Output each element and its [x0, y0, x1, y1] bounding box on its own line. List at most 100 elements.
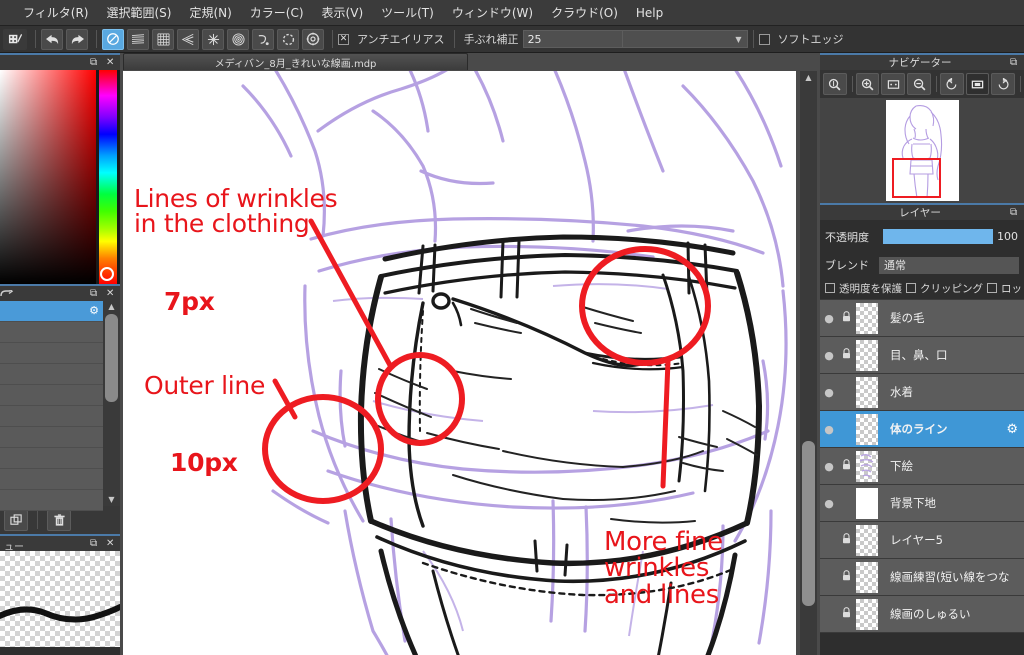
rotate-left-icon[interactable]: [939, 73, 964, 95]
layer-mini-list[interactable]: ⚙ ▲ ▼: [0, 301, 120, 511]
lock-icon[interactable]: [838, 570, 854, 584]
list-item[interactable]: [0, 469, 103, 490]
close-icon[interactable]: ✕: [106, 538, 116, 549]
lock-icon[interactable]: [838, 533, 854, 547]
ruler-symmetry-icon[interactable]: [277, 28, 299, 50]
undo-button[interactable]: [41, 28, 63, 50]
list-item[interactable]: [0, 448, 103, 469]
navigator-viewport-rect[interactable]: [891, 158, 941, 198]
menu-item-color[interactable]: カラー(C): [241, 3, 313, 23]
table-row[interactable]: レイヤー5: [820, 522, 1024, 559]
ruler-radial-icon[interactable]: [202, 28, 224, 50]
list-item[interactable]: [0, 343, 103, 364]
close-icon[interactable]: ✕: [106, 57, 116, 68]
scroll-up-arrow-icon[interactable]: ▲: [103, 301, 120, 313]
visibility-icon[interactable]: ●: [820, 349, 838, 362]
scroll-down-arrow-icon[interactable]: ▼: [103, 494, 120, 506]
list-item[interactable]: [0, 406, 103, 427]
menu-item-cloud[interactable]: クラウド(O): [542, 3, 627, 23]
opacity-slider[interactable]: [883, 229, 993, 244]
layer-thumbnail: [856, 524, 878, 556]
opacity-value[interactable]: 100: [997, 230, 1018, 243]
navigator-panel-header: ナビゲーター ⧉: [820, 53, 1024, 70]
redo-button[interactable]: [66, 28, 88, 50]
protect-alpha-checkbox[interactable]: [825, 283, 835, 293]
stabilizer-value-input[interactable]: 25: [522, 30, 623, 48]
list-item[interactable]: [0, 427, 103, 448]
visibility-icon[interactable]: ●: [820, 497, 838, 510]
lock-icon[interactable]: [838, 607, 854, 621]
table-row[interactable]: ● 下絵: [820, 448, 1024, 485]
gear-icon[interactable]: ⚙: [89, 304, 99, 317]
scroll-up-arrow-icon[interactable]: ▲: [800, 71, 817, 84]
ruler-none-icon[interactable]: [102, 28, 124, 50]
canvas-vertical-scrollbar[interactable]: ▲: [800, 71, 817, 655]
layer-thumbnail: [856, 598, 878, 630]
table-row[interactable]: 線画練習(短い線をつな: [820, 559, 1024, 596]
menu-item-ruler[interactable]: 定規(N): [180, 3, 240, 23]
list-item[interactable]: [0, 322, 103, 343]
zoom-in-icon[interactable]: [855, 73, 880, 95]
color-picker[interactable]: [0, 70, 120, 284]
scrollbar-thumb[interactable]: [105, 314, 118, 402]
scrollbar-thumb[interactable]: [802, 441, 815, 606]
clipping-checkbox[interactable]: [906, 283, 916, 293]
menu-item-tool[interactable]: ツール(T): [372, 3, 443, 23]
list-item[interactable]: [0, 385, 103, 406]
menu-item-window[interactable]: ウィンドウ(W): [443, 3, 542, 23]
lock-checkbox[interactable]: [987, 283, 997, 293]
close-icon[interactable]: ✕: [106, 288, 116, 299]
document-tab[interactable]: メディバン_8月_きれいな線画.mdp: [123, 53, 468, 70]
list-item[interactable]: [0, 364, 103, 385]
ruler-curve-icon[interactable]: [252, 28, 274, 50]
navigator-preview[interactable]: [820, 98, 1024, 203]
blend-mode-select[interactable]: 通常: [879, 256, 1019, 274]
table-row[interactable]: ● 髪の毛: [820, 300, 1024, 337]
rotate-right-icon[interactable]: [991, 73, 1016, 95]
medibang-app-icon[interactable]: [3, 28, 27, 50]
menu-item-selection[interactable]: 選択範囲(S): [97, 3, 180, 23]
lock-icon[interactable]: [838, 459, 854, 473]
table-row[interactable]: ● 背景下地: [820, 485, 1024, 522]
maximize-icon[interactable]: ⧉: [90, 538, 100, 549]
ruler-grid-icon[interactable]: [152, 28, 174, 50]
hue-marker[interactable]: [100, 267, 114, 281]
lock-icon[interactable]: [838, 311, 854, 325]
menu-item-view[interactable]: 表示(V): [313, 3, 373, 23]
hue-slider[interactable]: [99, 70, 117, 284]
visibility-icon[interactable]: ●: [820, 312, 838, 325]
stabilizer-dropdown-arrow[interactable]: ▼: [622, 30, 748, 48]
drawing-canvas[interactable]: Lines of wrinkles in the clothing 7px Ou…: [123, 71, 796, 655]
visibility-icon[interactable]: ●: [820, 423, 838, 436]
table-row[interactable]: ● 水着: [820, 374, 1024, 411]
zoom-out-icon[interactable]: [907, 73, 931, 95]
visibility-icon[interactable]: ●: [820, 460, 838, 473]
visibility-icon[interactable]: ●: [820, 386, 838, 399]
table-row[interactable]: ● 目、鼻、口: [820, 337, 1024, 374]
ruler-settings-icon[interactable]: [302, 28, 324, 50]
gear-icon[interactable]: ⚙: [1006, 422, 1018, 437]
delete-layer-button[interactable]: [47, 509, 71, 531]
table-row[interactable]: 線画のしゅるい: [820, 596, 1024, 633]
list-item[interactable]: ⚙: [0, 301, 103, 322]
menu-item-help[interactable]: Help: [627, 3, 672, 23]
menu-item-filter[interactable]: フィルタ(R): [14, 3, 97, 23]
zoom-actual-size-icon[interactable]: [823, 73, 847, 95]
softedge-checkbox[interactable]: [758, 33, 770, 45]
maximize-icon[interactable]: ⧉: [90, 288, 100, 299]
ruler-concentric-circle-icon[interactable]: [227, 28, 249, 50]
table-row[interactable]: ● 体のライン ⚙: [820, 411, 1024, 448]
fit-to-screen-icon[interactable]: [881, 73, 906, 95]
duplicate-layer-button[interactable]: [4, 509, 28, 531]
layer-mini-scrollbar[interactable]: ▲ ▼: [103, 301, 120, 506]
ruler-vanishing-point-icon[interactable]: [177, 28, 199, 50]
maximize-icon[interactable]: ⧉: [1010, 57, 1020, 68]
maximize-icon[interactable]: ⧉: [1010, 207, 1020, 218]
saturation-value-square[interactable]: [0, 70, 96, 284]
lock-icon[interactable]: [838, 348, 854, 362]
list-item[interactable]: [0, 490, 103, 511]
maximize-icon[interactable]: ⧉: [90, 57, 100, 68]
ruler-parallel-icon[interactable]: [127, 28, 149, 50]
reset-rotation-icon[interactable]: [965, 73, 990, 95]
antialias-checkbox[interactable]: ✕: [338, 33, 349, 45]
